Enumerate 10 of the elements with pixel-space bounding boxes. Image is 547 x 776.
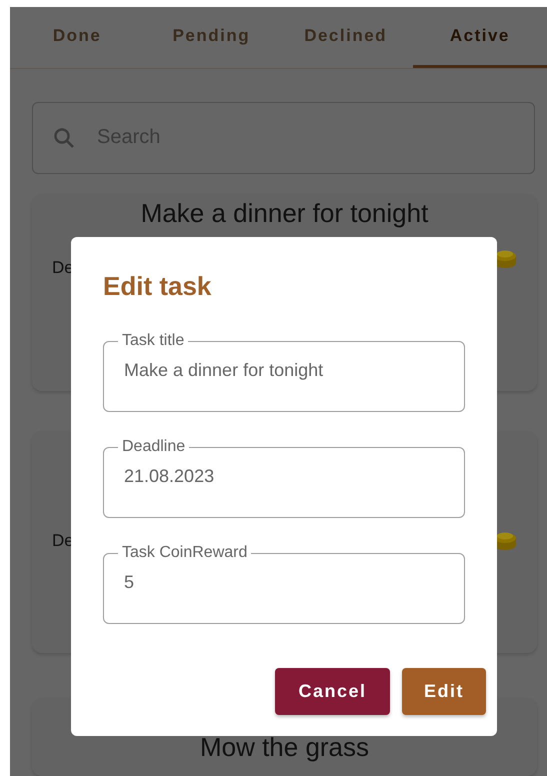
- task-title: Mow the grass: [198, 731, 370, 764]
- text-field[interactable]: Task CoinReward 5: [103, 544, 465, 624]
- tab[interactable]: Active: [412, 7, 547, 68]
- dialog-title: Edit task: [103, 271, 212, 302]
- text-field[interactable]: Task title Make a dinner for tonight: [103, 332, 465, 412]
- task-title: Make a dinner for tonight: [140, 196, 430, 229]
- text-field[interactable]: Deadline 21.08.2023: [103, 438, 465, 518]
- cancel-button[interactable]: Cancel: [275, 668, 390, 715]
- search-icon: [53, 126, 75, 149]
- confirm-button[interactable]: Edit: [402, 668, 486, 715]
